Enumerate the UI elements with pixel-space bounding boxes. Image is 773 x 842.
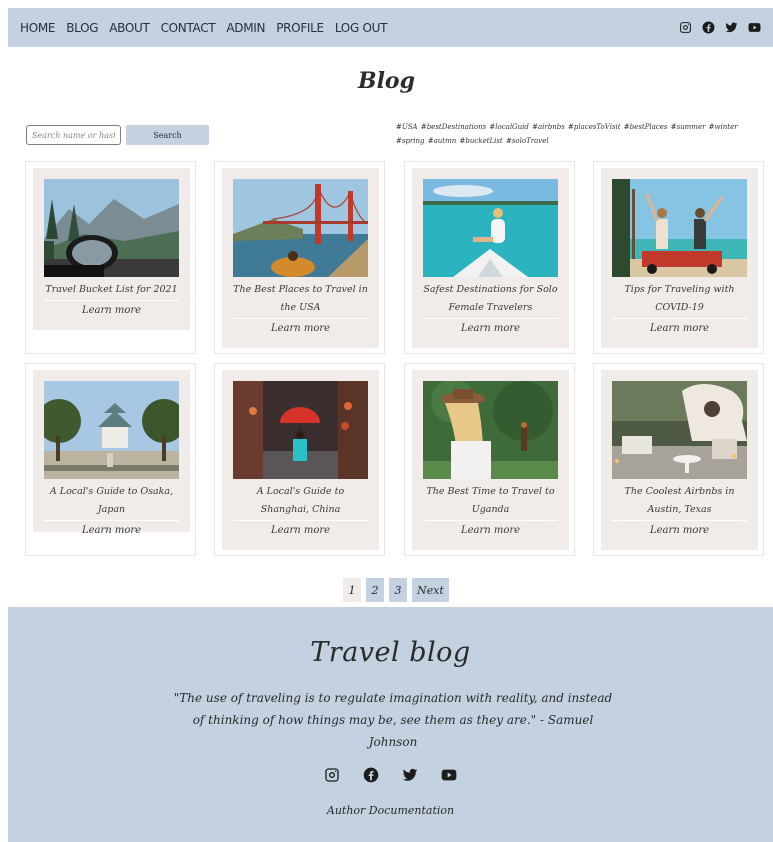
blog-card: The Best Places to Travel in the USA Lea… — [214, 161, 385, 354]
card-image-car-mirror-mountains[interactable] — [44, 179, 179, 277]
nav-blog[interactable]: BLOG — [66, 21, 98, 35]
card-image-airbnb-patio[interactable] — [612, 381, 747, 479]
twitter-icon[interactable] — [402, 767, 418, 783]
card-image-red-umbrella-street[interactable] — [233, 381, 368, 479]
search-button[interactable]: Search — [126, 125, 209, 145]
blog-card: Travel Bucket List for 2021 Learn more — [25, 161, 196, 354]
footer-social — [8, 767, 773, 783]
card-divider — [423, 318, 558, 319]
nav-home[interactable]: HOME — [20, 21, 56, 35]
card-image-woman-hat-forest[interactable] — [423, 381, 558, 479]
blog-card: A Local's Guide to Shanghai, China Learn… — [214, 363, 385, 556]
page-title: Blog — [357, 68, 415, 94]
card-divider — [44, 520, 179, 521]
blog-card: The Best Time to Travel to Uganda Learn … — [404, 363, 575, 556]
twitter-icon[interactable] — [725, 21, 738, 34]
blog-card: Safest Destinations for Solo Female Trav… — [404, 161, 575, 354]
instagram-icon[interactable] — [324, 767, 340, 783]
card-title: The Best Places to Travel in the USA — [233, 284, 368, 313]
card-title: A Local's Guide to Osaka, Japan — [49, 486, 174, 515]
footer: Travel blog "The use of traveling is to … — [8, 607, 773, 842]
card-image-osaka-castle[interactable] — [44, 381, 179, 479]
learn-more-link[interactable]: Learn more — [612, 523, 747, 542]
learn-more-link[interactable]: Learn more — [423, 321, 558, 340]
card-title: A Local's Guide to Shanghai, China — [256, 486, 345, 515]
learn-more-link[interactable]: Learn more — [423, 523, 558, 542]
card-divider — [44, 300, 179, 301]
learn-more-link[interactable]: Learn more — [233, 523, 368, 542]
youtube-icon[interactable] — [441, 767, 457, 783]
next-page-button[interactable]: Next — [412, 578, 449, 602]
facebook-icon[interactable] — [702, 21, 715, 34]
instagram-icon[interactable] — [679, 21, 692, 34]
blog-card: A Local's Guide to Osaka, Japan Learn mo… — [25, 363, 196, 556]
author-documentation-link[interactable]: Author Documentation — [8, 804, 773, 817]
card-divider — [233, 520, 368, 521]
card-title: Travel Bucket List for 2021 — [45, 284, 178, 295]
footer-title: Travel blog — [310, 637, 471, 668]
page-button-2[interactable]: 2 — [366, 578, 384, 602]
learn-more-link[interactable]: Learn more — [233, 321, 368, 340]
card-divider — [423, 520, 558, 521]
blog-post-grid: Travel Bucket List for 2021 Learn more T… — [25, 161, 764, 557]
page-button-1[interactable]: 1 — [343, 578, 361, 602]
footer-quote: "The use of traveling is to regulate ima… — [173, 691, 613, 749]
top-navbar: HOME BLOG ABOUT CONTACT ADMIN PROFILE LO… — [8, 8, 773, 47]
learn-more-link[interactable]: Learn more — [44, 303, 179, 322]
hashtag-list: #USA #bestDestinations #localGuid #airbn… — [396, 123, 738, 145]
nav-about[interactable]: ABOUT — [109, 21, 150, 35]
nav-logout[interactable]: LOG OUT — [335, 21, 388, 35]
search-input[interactable] — [26, 125, 121, 145]
nav-links: HOME BLOG ABOUT CONTACT ADMIN PROFILE LO… — [20, 21, 387, 35]
facebook-icon[interactable] — [363, 767, 379, 783]
card-title: Tips for Traveling with COVID-19 — [624, 284, 735, 313]
blog-card: The Coolest Airbnbs in Austin, Texas Lea… — [593, 363, 764, 556]
page-button-3[interactable]: 3 — [389, 578, 407, 602]
card-title: The Coolest Airbnbs in Austin, Texas — [624, 486, 735, 515]
learn-more-link[interactable]: Learn more — [44, 523, 179, 542]
card-title: The Best Time to Travel to Uganda — [426, 486, 555, 515]
blog-card: Tips for Traveling with COVID-19 Learn m… — [593, 161, 764, 354]
card-divider — [612, 520, 747, 521]
pagination: 1 2 3 Next — [343, 578, 449, 602]
card-image-golden-gate-bridge[interactable] — [233, 179, 368, 277]
card-title: Safest Destinations for Solo Female Trav… — [423, 284, 558, 313]
nav-profile[interactable]: PROFILE — [276, 21, 324, 35]
nav-admin[interactable]: ADMIN — [226, 21, 265, 35]
youtube-icon[interactable] — [748, 21, 761, 34]
nav-social — [679, 21, 761, 34]
card-image-boat-turquoise-sea[interactable] — [423, 179, 558, 277]
card-image-friends-beach-car[interactable] — [612, 179, 747, 277]
card-divider — [612, 318, 747, 319]
nav-contact[interactable]: CONTACT — [161, 21, 216, 35]
card-divider — [233, 318, 368, 319]
learn-more-link[interactable]: Learn more — [612, 321, 747, 340]
